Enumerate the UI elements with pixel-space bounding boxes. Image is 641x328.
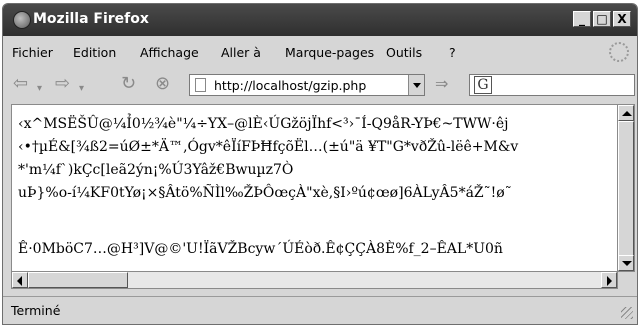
menu-fichier[interactable]: Fichier [12, 45, 53, 60]
menu-help[interactable]: ? [449, 45, 456, 60]
throbber-icon [609, 42, 629, 62]
content-line: uÞ}%o-í¼KF0tYø¡×§Âtö%ÑÌl‰ŽÞÔœçÀ"xè,§I›ºú… [18, 185, 512, 201]
content-line: *'m¼f`)kÇc[leã2ýn¡%Ú3Yâž€Bwuµz7Ò [18, 162, 294, 178]
stop-icon[interactable]: ⊗ [155, 75, 170, 93]
content-line: ‹•†µÉ&[¾ß2=úØ±*Ä™‚Ógv*êÏíFÞĦfçõËl…(±ú"ä … [18, 139, 519, 155]
go-icon[interactable]: ⇒ [435, 75, 448, 93]
scroll-down-button[interactable] [618, 255, 634, 271]
horizontal-scroll-thumb[interactable] [28, 272, 128, 288]
minimize-button[interactable]: _ [573, 11, 591, 27]
forward-dropdown-icon[interactable]: ▾ [79, 80, 84, 98]
forward-icon[interactable]: ⇨ [55, 75, 70, 93]
browser-window: Mozilla Firefox _ □ X Fichier Edition Af… [2, 3, 638, 325]
back-dropdown-icon[interactable]: ▾ [37, 80, 42, 98]
menu-outils[interactable]: Outils [386, 45, 422, 60]
menu-aller-a[interactable]: Aller à [221, 45, 261, 60]
page-content: ‹x^MSËŠÛ@¼Ỉ0½¾è"¼÷YX–@lÈ‹ÚGžöjÏhf<³›¯Í-Q… [11, 104, 618, 272]
window-title: Mozilla Firefox [33, 11, 149, 27]
back-icon[interactable]: ⇦ [13, 75, 28, 93]
vertical-scroll-thumb[interactable] [618, 121, 634, 257]
menu-edition[interactable]: Edition [73, 45, 116, 60]
reload-icon[interactable]: ↻ [121, 75, 136, 93]
title-bar[interactable]: Mozilla Firefox _ □ X [3, 4, 637, 36]
horizontal-scrollbar[interactable] [11, 272, 618, 289]
maximize-button[interactable]: □ [593, 11, 611, 27]
content-line: ‹x^MSËŠÛ@¼Ỉ0½¾è"¼÷YX–@lÈ‹ÚGžöjÏhf<³›¯Í-Q… [18, 116, 509, 132]
url-dropdown-button[interactable] [408, 75, 424, 95]
status-text: Terminé [11, 303, 61, 318]
search-engine-icon[interactable]: G [474, 76, 492, 94]
menu-affichage[interactable]: Affichage [140, 45, 199, 60]
close-button[interactable]: X [613, 11, 631, 27]
navigation-toolbar: ⇦ ▾ ⇨ ▾ ↻ ⊗ http://localhost/gzip.php ⇒ … [3, 70, 637, 100]
scroll-up-button[interactable] [618, 105, 634, 121]
resize-grip[interactable] [621, 307, 633, 319]
url-input[interactable]: http://localhost/gzip.php [214, 78, 366, 93]
window-controls: _ □ X [573, 11, 631, 27]
vertical-scrollbar[interactable] [618, 104, 635, 272]
search-bar[interactable]: G [469, 74, 635, 96]
firefox-icon [13, 11, 31, 29]
menu-bar: Fichier Edition Affichage Aller à Marque… [3, 42, 637, 62]
content-line: Ê·0MböC7…@H³]V@©'U!ÏãVŽBcyw´ÚÉòð.Ê¢ÇÇÀ8È… [18, 241, 503, 257]
url-bar[interactable]: http://localhost/gzip.php [189, 74, 425, 96]
menu-marque-pages[interactable]: Marque-pages [285, 45, 374, 60]
page-icon [195, 78, 206, 92]
scroll-right-button[interactable] [601, 272, 617, 288]
scroll-left-button[interactable] [12, 272, 28, 288]
status-bar: Terminé [3, 296, 637, 323]
